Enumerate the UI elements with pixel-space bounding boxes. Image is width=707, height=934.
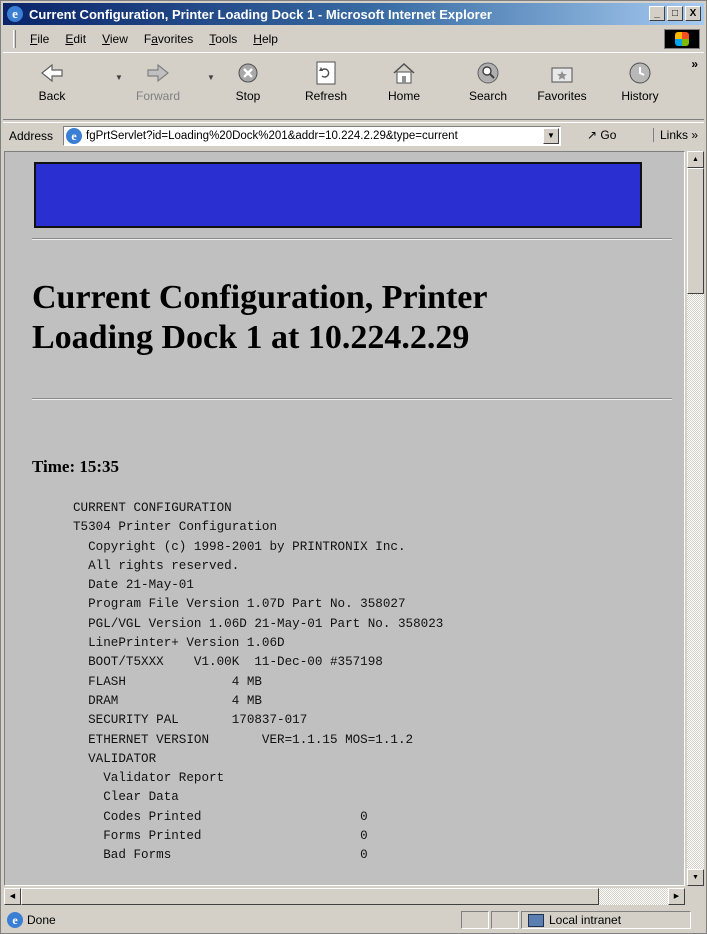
standard-toolbar: Back ▼ Forward ▼ Stop Refresh Home Searc… (3, 52, 704, 120)
links-button[interactable]: Links » (653, 128, 698, 142)
status-panel-2 (491, 911, 519, 929)
menu-favorites-label: vorites (157, 32, 194, 46)
forward-arrow-icon (127, 57, 189, 89)
search-button[interactable]: Search (457, 57, 519, 113)
go-label: Go (600, 128, 617, 142)
history-label: History (621, 89, 659, 103)
stop-icon (217, 57, 279, 89)
menu-favorites[interactable]: Favorites (136, 32, 201, 46)
address-url[interactable]: fgPrtServlet?id=Loading%20Dock%201&addr=… (86, 130, 541, 142)
search-label: Search (468, 89, 508, 103)
page-content: Current Configuration, Printer Loading D… (32, 162, 672, 866)
back-arrow-icon (21, 57, 83, 89)
refresh-label: Refresh (304, 89, 348, 103)
favorites-icon (531, 57, 593, 89)
menu-bar: File Edit View Favorites Tools Help (3, 28, 704, 50)
page-title-line2: Loading Dock 1 at 10.224.2.29 (32, 319, 470, 356)
zone-label: Local intranet (549, 913, 622, 927)
menu-tools-label: ools (215, 32, 238, 46)
time-label: Time: 15:35 (32, 457, 120, 476)
window-title: Current Configuration, Printer Loading D… (29, 6, 492, 22)
close-button[interactable]: X (685, 6, 701, 21)
status-panel-1 (461, 911, 489, 929)
scroll-right-icon[interactable]: ▶ (668, 888, 685, 905)
menu-file[interactable]: File (22, 32, 57, 46)
page-viewport[interactable]: Current Configuration, Printer Loading D… (4, 151, 685, 886)
maximize-button[interactable]: □ (667, 6, 683, 21)
vertical-scrollbar[interactable]: ▲ ▼ (687, 151, 704, 886)
address-field[interactable]: e fgPrtServlet?id=Loading%20Dock%201&add… (63, 126, 561, 146)
minimize-button[interactable]: _ (649, 6, 665, 21)
scroll-down-icon[interactable]: ▼ (687, 869, 704, 886)
stop-label: Stop (235, 89, 261, 103)
go-button[interactable]: ↗ Go (587, 128, 616, 142)
favorites-label: Favorites (537, 89, 587, 103)
menu-view-accel: V (102, 32, 110, 46)
forward-label: Forward (135, 89, 180, 103)
stop-button[interactable]: Stop (217, 57, 279, 113)
home-button[interactable]: Home (373, 57, 435, 113)
browser-window: e Current Configuration, Printer Loading… (0, 0, 707, 934)
toolbar-more-chevron-icon[interactable]: » (691, 57, 698, 71)
home-icon (373, 57, 435, 89)
security-zone: Local intranet (521, 911, 691, 929)
menu-view[interactable]: View (94, 32, 136, 46)
menu-help[interactable]: Help (245, 32, 286, 46)
address-label: Address (9, 128, 54, 143)
page-icon: e (66, 128, 82, 144)
header-banner (34, 162, 642, 228)
back-label: Back (38, 89, 66, 103)
page-title: Current Configuration, Printer Loading D… (32, 278, 672, 358)
menu-help-label: elp (261, 32, 278, 46)
go-arrow-icon: ↗ (587, 128, 598, 142)
refresh-icon (295, 57, 357, 89)
menu-view-label: iew (109, 32, 128, 46)
window-controls: _ □ X (649, 6, 701, 21)
menu-grip (13, 30, 16, 48)
scroll-up-icon[interactable]: ▲ (687, 151, 704, 168)
status-text: Done (27, 913, 56, 927)
page-title-line1: Current Configuration, Printer (32, 279, 488, 316)
title-bar[interactable]: e Current Configuration, Printer Loading… (3, 3, 704, 25)
back-button[interactable]: Back (21, 57, 83, 113)
back-dropdown-icon[interactable]: ▼ (115, 73, 123, 82)
address-bar: Address e fgPrtServlet?id=Loading%20Dock… (3, 122, 704, 148)
search-icon (457, 57, 519, 89)
horizontal-scrollbar[interactable]: ◀ ▶ (4, 888, 685, 905)
forward-dropdown-icon[interactable]: ▼ (207, 73, 215, 82)
horizontal-scroll-thumb[interactable] (21, 888, 599, 905)
history-button[interactable]: History (609, 57, 671, 113)
address-dropdown-icon[interactable]: ▼ (543, 128, 559, 144)
configuration-text: CURRENT CONFIGURATION T5304 Printer Conf… (73, 501, 444, 863)
forward-button[interactable]: Forward (127, 57, 189, 113)
menu-tools[interactable]: Tools (201, 32, 245, 46)
vertical-scroll-thumb[interactable] (687, 168, 704, 294)
ie-icon: e (7, 6, 23, 22)
menu-favorites-accel: a (151, 32, 158, 46)
page-status-icon: e (7, 912, 23, 928)
menu-file-label: ile (37, 32, 50, 46)
menu-edit-label: dit (73, 32, 87, 46)
history-icon (609, 57, 671, 89)
menu-edit[interactable]: Edit (57, 32, 94, 46)
local-intranet-icon (528, 913, 544, 927)
scroll-left-icon[interactable]: ◀ (4, 888, 21, 905)
home-label: Home (387, 89, 420, 103)
refresh-button[interactable]: Refresh (295, 57, 357, 113)
windows-logo-icon (664, 29, 700, 49)
menu-help-accel: H (253, 32, 262, 46)
favorites-button[interactable]: Favorites (531, 57, 593, 113)
status-bar: e Done Local intranet (3, 909, 704, 931)
